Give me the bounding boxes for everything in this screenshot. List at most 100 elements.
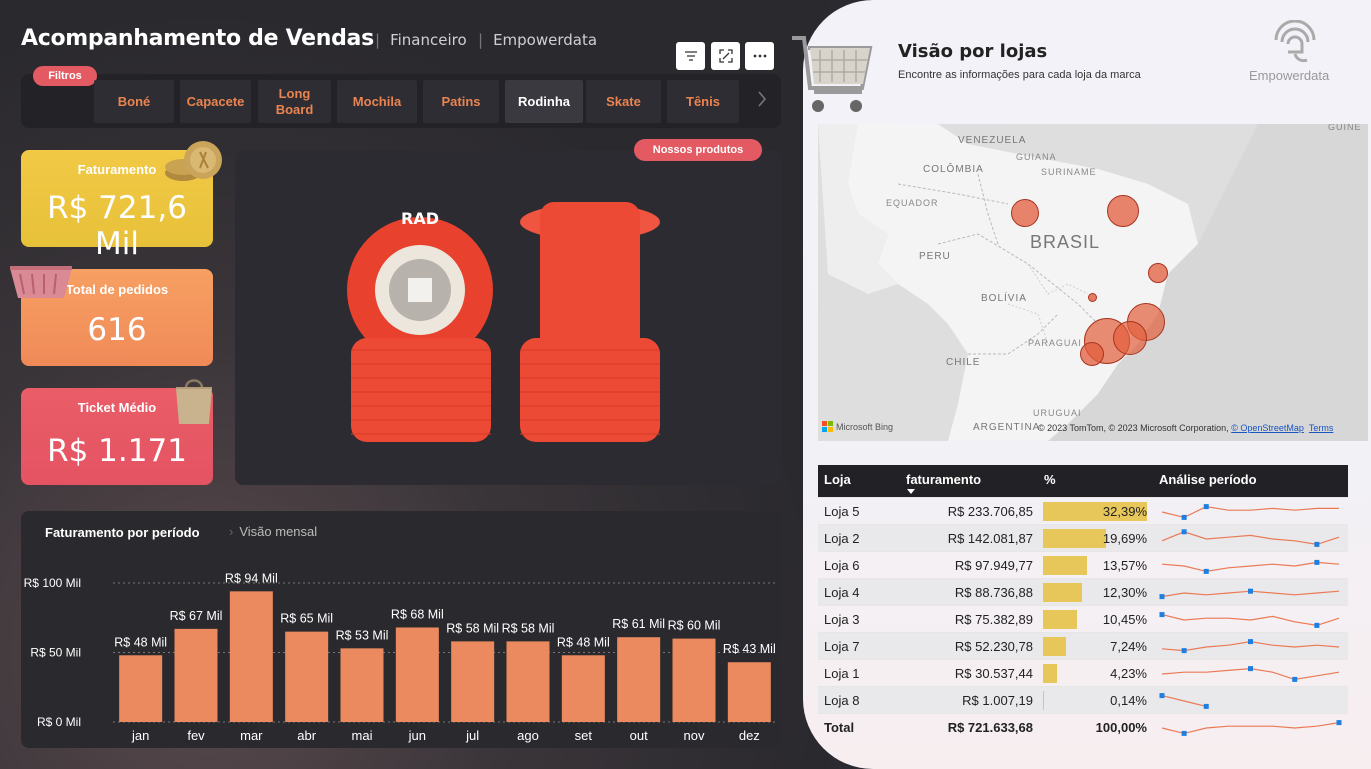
filter-chip[interactable]: Tênis — [667, 80, 739, 123]
bing-attribution: Microsoft Bing — [822, 421, 893, 432]
store-bubble[interactable] — [1088, 293, 1097, 302]
x-tick-label: jun — [408, 728, 426, 743]
cell-faturamento: R$ 233.706,85 — [947, 504, 1033, 519]
cell-percent: 7,24% — [1110, 639, 1147, 654]
nossos-produtos-button[interactable]: Nossos produtos — [634, 139, 762, 161]
y-tick-label: R$ 50 Mil — [30, 646, 81, 660]
sparkline-path — [1161, 721, 1340, 734]
bar[interactable] — [451, 641, 495, 722]
terms-link[interactable]: Terms — [1309, 423, 1334, 433]
bar[interactable] — [229, 591, 273, 722]
table-row[interactable]: Loja 8 R$ 1.007,19 0,14% — [818, 687, 1348, 714]
sparkline-marker — [1203, 503, 1209, 509]
table-row[interactable]: Loja 4 R$ 88.736,88 12,30% — [818, 579, 1348, 606]
table-row[interactable]: Loja 5 R$ 233.706,85 32,39% — [818, 498, 1348, 525]
filter-chip[interactable]: Rodinha — [505, 80, 583, 123]
sparkline — [1161, 665, 1340, 682]
cell-percent: 13,57% — [1102, 558, 1147, 573]
col-header-percent[interactable]: % — [1044, 465, 1056, 494]
x-tick-label: ago — [517, 728, 539, 743]
bar[interactable] — [174, 628, 218, 722]
percent-bar — [1043, 556, 1087, 575]
table-row[interactable]: Loja 6 R$ 97.949,77 13,57% — [818, 552, 1348, 579]
total-periodo — [1158, 714, 1343, 741]
y-tick-label: R$ 100 Mil — [24, 576, 81, 590]
bar[interactable] — [119, 655, 163, 722]
stores-table: Loja faturamento % Análise período Loja … — [818, 465, 1348, 741]
sparkline-marker — [1181, 528, 1187, 534]
nav-financeiro[interactable]: | Financeiro — [375, 31, 467, 49]
microsoft-logo-icon — [822, 421, 833, 432]
bar[interactable] — [727, 662, 771, 722]
bar[interactable] — [285, 631, 329, 722]
shopping-bag-icon — [172, 372, 216, 431]
col-header-periodo[interactable]: Análise período — [1159, 465, 1257, 494]
store-bubble[interactable] — [1080, 342, 1104, 366]
percent-bar — [1043, 583, 1083, 602]
focus-mode-icon[interactable] — [711, 42, 740, 70]
osm-link[interactable]: © OpenStreetMap — [1231, 423, 1304, 433]
store-bubble[interactable] — [1148, 263, 1168, 283]
bar[interactable] — [617, 637, 661, 722]
store-bubble[interactable] — [1011, 199, 1039, 227]
sparkline-marker — [1314, 559, 1320, 565]
cell-percent: 0,14% — [1110, 693, 1147, 708]
bar-data-label: R$ 58 Mil — [446, 621, 499, 635]
bar-data-label: R$ 48 Mil — [557, 635, 610, 649]
map-label-peru: PERU — [919, 251, 951, 262]
chevron-right-icon[interactable] — [757, 90, 767, 113]
more-options-icon[interactable] — [745, 42, 774, 70]
bar[interactable] — [340, 648, 384, 722]
col-header-faturamento[interactable]: faturamento — [906, 465, 981, 494]
cell-faturamento: R$ 75.382,89 — [954, 612, 1033, 627]
sparkline-marker — [1314, 622, 1320, 628]
store-bubble[interactable] — [1113, 321, 1147, 355]
store-bubble[interactable] — [1107, 195, 1139, 227]
table-row[interactable]: Loja 1 R$ 30.537,44 4,23% — [818, 660, 1348, 687]
bar[interactable] — [506, 641, 550, 722]
cell-loja: Loja 5 — [824, 504, 860, 519]
sparkline-marker — [1336, 719, 1342, 725]
filter-chip[interactable]: Skate — [586, 80, 661, 123]
table-row[interactable]: Loja 3 R$ 75.382,89 10,45% — [818, 606, 1348, 633]
nav-empowerdata[interactable]: | Empowerdata — [478, 31, 597, 49]
filter-chip[interactable]: Patins — [423, 80, 499, 123]
map-label-venezuela: VENEZUELA — [958, 135, 1027, 146]
shopping-cart-icon — [790, 24, 882, 125]
cell-faturamento: R$ 88.736,88 — [954, 585, 1033, 600]
map-label-guine: GUINÉ — [1328, 124, 1362, 132]
sparkline-marker — [1292, 676, 1298, 682]
total-percent: 100,00% — [1095, 720, 1147, 735]
cell-loja: Loja 4 — [824, 585, 860, 600]
map-label-suriname: SURINAME — [1041, 167, 1097, 177]
x-tick-label: out — [630, 728, 648, 743]
bar-data-label: R$ 43 Mil — [723, 642, 776, 656]
page-title: Acompanhamento de Vendas — [21, 26, 374, 51]
filter-chip[interactable]: Long Board — [258, 80, 331, 123]
x-tick-label: fev — [187, 728, 205, 743]
filter-chip[interactable]: Boné — [94, 80, 174, 123]
store-map[interactable]: VENEZUELA GUIANA SURINAME GUINÉ COLÔMBIA… — [818, 124, 1368, 441]
cell-periodo — [1158, 660, 1343, 687]
col-header-loja[interactable]: Loja — [824, 465, 851, 494]
filters-label: Filtros — [33, 66, 97, 86]
percent-bar — [1043, 691, 1044, 710]
filter-icon[interactable] — [676, 42, 705, 70]
filter-chip[interactable]: Capacete — [180, 80, 251, 123]
filter-chip[interactable]: Mochila — [337, 80, 417, 123]
sparkline — [1159, 588, 1340, 599]
table-row[interactable]: Loja 2 R$ 142.081,87 19,69% — [818, 525, 1348, 552]
bar[interactable] — [561, 655, 605, 722]
cell-loja: Loja 2 — [824, 531, 860, 546]
coins-icon — [163, 138, 223, 191]
sparkline-path — [1161, 613, 1340, 626]
basket-icon — [6, 258, 76, 307]
table-row[interactable]: Loja 7 R$ 52.230,78 7,24% — [818, 633, 1348, 660]
revenue-chart-card: Faturamento por período › Visão mensal R$… — [21, 511, 781, 748]
bar[interactable] — [672, 638, 716, 722]
bar[interactable] — [395, 627, 439, 722]
x-tick-label: mai — [352, 728, 373, 743]
sparkline-marker — [1203, 703, 1209, 709]
bar-data-label: R$ 65 Mil — [280, 612, 333, 626]
map-label-argentina: ARGENTINA — [973, 422, 1041, 433]
